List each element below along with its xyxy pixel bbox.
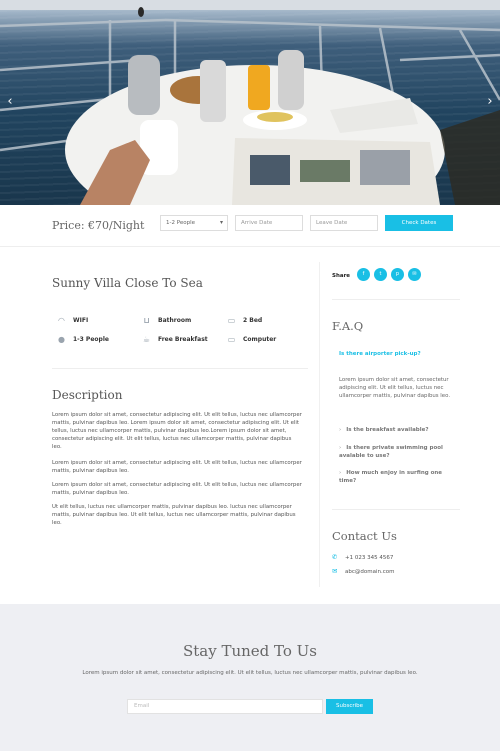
pinterest-icon[interactable]: p <box>391 268 404 281</box>
amenity-bed: ▭ 2 Bed <box>227 316 263 325</box>
description-paragraph: Lorem ipsum dolor sit amet, consectetur … <box>52 412 302 450</box>
divider <box>332 509 460 510</box>
faq-answer: Lorem ipsum dolor sit amet, consectetur … <box>339 377 451 400</box>
email-icon[interactable]: ✉ <box>408 268 421 281</box>
hero-image: ‹ › <box>0 0 500 205</box>
faq-title: F.A.Q <box>332 319 364 333</box>
people-select[interactable]: 1-2 People ▾ <box>160 215 228 231</box>
faq-question-open[interactable]: Is there airporter pick-up? <box>339 351 421 357</box>
amenity-computer: ▭ Computer <box>227 335 277 344</box>
amenity-wifi: ◠ WIFI <box>56 316 88 325</box>
description-title: Description <box>52 388 123 402</box>
people-icon: ● <box>58 335 65 344</box>
newsletter-section: Stay Tuned To Us Lorem ipsum dolor sit a… <box>0 604 500 751</box>
amenity-people: ● 1-3 People <box>58 335 109 344</box>
arrive-date-input[interactable]: Arrive Date <box>235 215 303 231</box>
hero-prev-arrow-icon[interactable]: ‹ <box>4 94 16 110</box>
faq-question[interactable]: › Is there private swimming pool avalable… <box>339 444 457 460</box>
phone-icon: ✆ <box>332 553 338 561</box>
faq-question[interactable]: › Is the breakfast available? <box>339 426 457 434</box>
facebook-icon[interactable]: f <box>357 268 370 281</box>
amenity-bathroom: ⊔ Bathroom <box>141 316 191 325</box>
people-select-value: 1-2 People <box>166 220 196 226</box>
booking-bar: Price: €70/Night 1-2 People ▾ Arrive Dat… <box>0 205 500 247</box>
bed-icon: ▭ <box>227 316 236 325</box>
description-paragraph: Ut elit tellus, luctus nec ullamcorper m… <box>52 504 296 526</box>
divider <box>332 299 460 300</box>
chevron-right-icon: › <box>339 427 342 433</box>
hero-next-arrow-icon[interactable]: › <box>484 94 496 110</box>
bathtub-icon: ⊔ <box>143 316 150 325</box>
contact-title: Contact Us <box>332 529 397 543</box>
coffee-icon: ☕ <box>142 335 151 344</box>
chevron-down-icon: ▾ <box>219 219 223 226</box>
subscribe-button[interactable]: Subscribe <box>326 699 373 714</box>
twitter-icon[interactable]: t <box>374 268 387 281</box>
newsletter-email-input[interactable]: Email <box>127 699 323 714</box>
wifi-icon: ◠ <box>58 316 65 325</box>
leave-date-input[interactable]: Leave Date <box>310 215 378 231</box>
sidebar-divider <box>319 262 320 587</box>
description-paragraph: Lorem ipsum dolor sit amet, consectetur … <box>52 482 302 496</box>
faq-question[interactable]: › How much enjoy in surfing one time? <box>339 469 457 485</box>
check-dates-button[interactable]: Check Dates <box>385 215 453 231</box>
chevron-right-icon: › <box>339 445 342 451</box>
monitor-icon: ▭ <box>227 335 236 344</box>
newsletter-text: Lorem ipsum dolor sit amet, consectetur … <box>82 670 418 676</box>
envelope-icon: ✉ <box>332 567 338 575</box>
room-title: Sunny Villa Close To Sea <box>52 276 203 290</box>
breakfast-table-photo <box>0 0 500 205</box>
newsletter-title: Stay Tuned To Us <box>182 642 318 660</box>
amenity-breakfast: ☕ Free Breakfast <box>142 335 208 344</box>
chevron-right-icon: › <box>339 470 342 476</box>
price-label: Price: €70/Night <box>52 219 145 232</box>
divider <box>52 368 308 369</box>
share-label: Share <box>332 273 351 279</box>
contact-phone: ✆ +1 023 345 4567 <box>332 553 394 561</box>
description-paragraph: Lorem ipsum dolor sit amet, consectetur … <box>52 460 302 474</box>
contact-email[interactable]: ✉ abc@domain.com <box>332 567 394 575</box>
